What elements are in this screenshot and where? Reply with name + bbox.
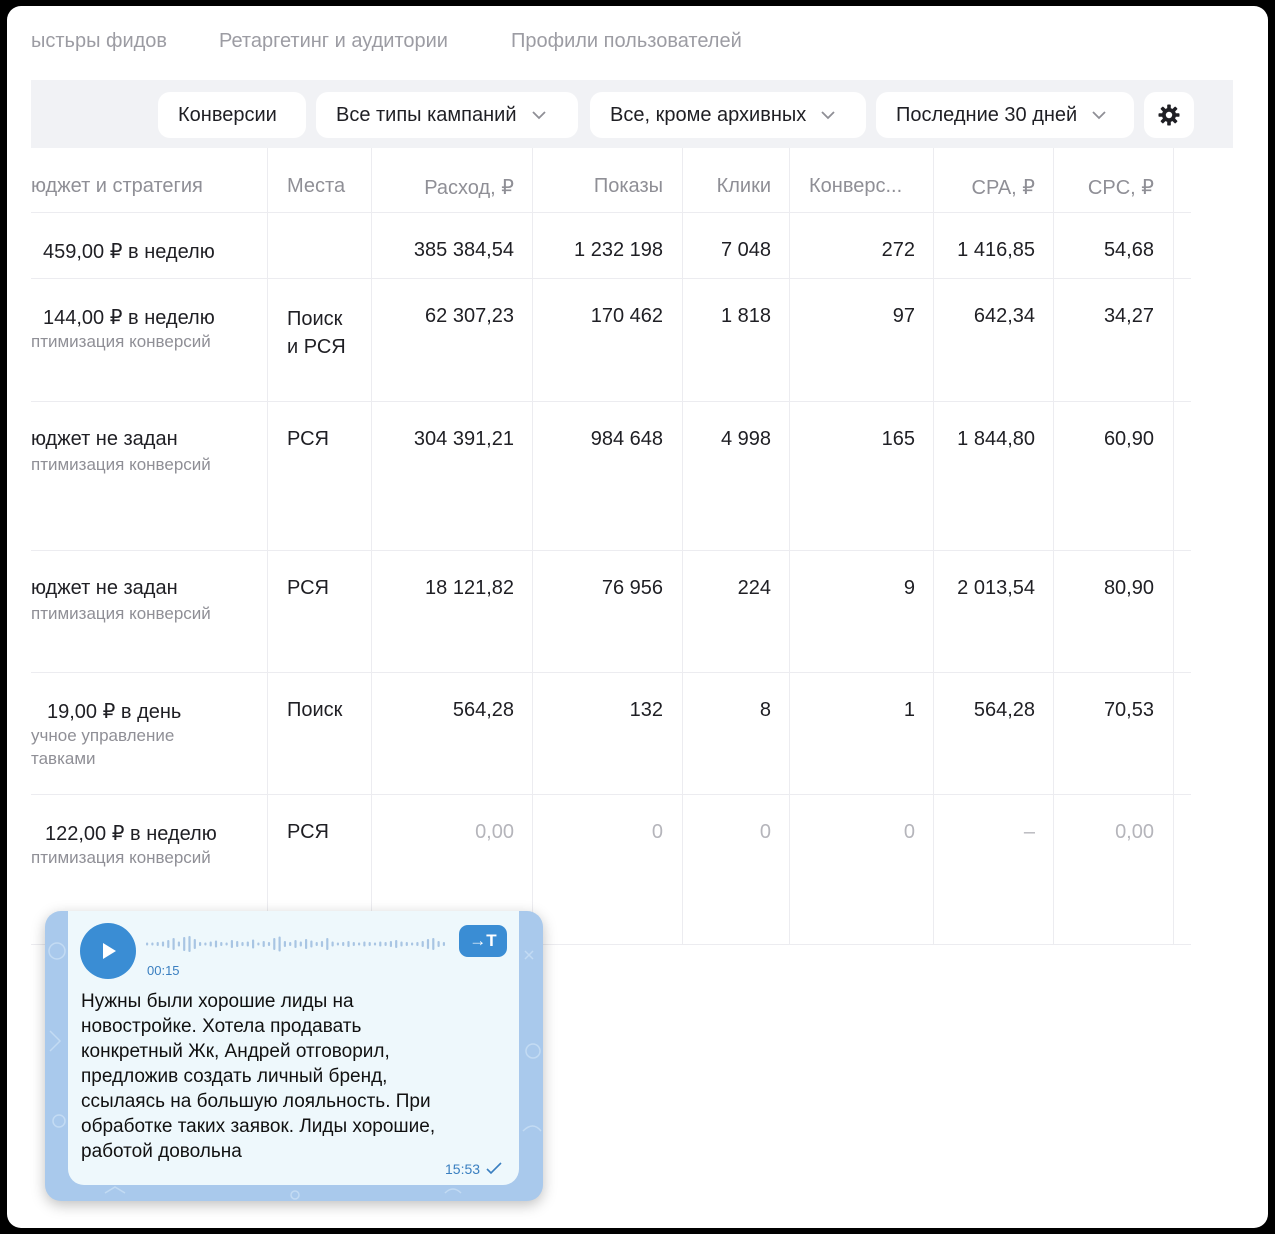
clicks-value: 0: [759, 821, 771, 843]
spend-value: 304 391,21: [413, 428, 514, 450]
spend-value: 0,00: [475, 821, 514, 843]
strategy-text: птимизация конверсий: [31, 332, 211, 351]
check-icon: [486, 1162, 502, 1175]
budget-text: 459,00 ₽ в неделю: [43, 241, 215, 263]
screenshot-frame: ыстьры фидов Ретаргетинг и аудитории Про…: [7, 6, 1268, 1228]
settings-button[interactable]: [1144, 92, 1194, 138]
conversions-value: 0: [903, 821, 915, 843]
play-icon: [103, 943, 116, 959]
strategy-text: учное управление тавками: [31, 726, 175, 768]
cpc-value: 70,53: [1103, 699, 1154, 721]
budget-text: 122,00 ₽ в неделю: [45, 823, 217, 845]
impressions-value: 0: [651, 821, 663, 843]
tab-feed-clusters[interactable]: ыстьры фидов: [31, 30, 167, 53]
places-text: Поиск и РСЯ: [287, 308, 346, 358]
campaign-type-label: Все типы кампаний: [336, 103, 517, 126]
impressions-value: 984 648: [590, 428, 663, 450]
conversions-value: 1: [903, 699, 915, 721]
table-row[interactable]: 144,00 ₽ в неделю птимизация конверсий П…: [31, 278, 1191, 402]
places-text: РСЯ: [287, 428, 330, 450]
cpa-value: 642,34: [973, 305, 1035, 327]
column-header-spend[interactable]: Расход, ₽: [424, 175, 514, 200]
impressions-value: 1 232 198: [574, 239, 663, 261]
conversions-value: 9: [903, 577, 915, 599]
table-row[interactable]: юджет не задан птимизация конверсий РСЯ …: [31, 550, 1191, 673]
metric-filter-label: Конверсии: [178, 103, 277, 126]
spend-value: 62 307,23: [425, 305, 514, 327]
cpa-value: 2 013,54: [957, 577, 1035, 599]
impressions-value: 132: [629, 699, 663, 721]
table-row[interactable]: 19,00 ₽ в день учное управление тавками …: [31, 672, 1191, 795]
strategy-text: птимизация конверсий: [31, 604, 211, 623]
gear-icon: [1158, 104, 1180, 126]
top-tabs: ыстьры фидов Ретаргетинг и аудитории Про…: [7, 30, 1268, 60]
cpc-value: 60,90: [1103, 428, 1154, 450]
impressions-value: 170 462: [590, 305, 663, 327]
clicks-value: 4 998: [720, 428, 771, 450]
transcription-text: Нужны были хорошие лиды на новостройке. …: [81, 991, 436, 1162]
chat-screenshot: 00:15 →T Нужны были хорошие лиды на ново…: [45, 911, 543, 1201]
tab-user-profiles[interactable]: Профили пользователей: [511, 30, 742, 53]
play-button[interactable]: [80, 923, 136, 979]
places-text: РСЯ: [287, 821, 330, 843]
chevron-down-icon: [531, 111, 546, 120]
column-header-conversions[interactable]: Конверс...: [809, 175, 902, 198]
chevron-down-icon: [1092, 111, 1106, 120]
cpc-value: 0,00: [1115, 821, 1154, 843]
voice-duration: 00:15: [147, 963, 180, 978]
conversions-value: 97: [892, 305, 915, 327]
strategy-text: птимизация конверсий: [31, 455, 211, 474]
table-row[interactable]: 459,00 ₽ в неделю 385 384,54 1 232 198 7…: [31, 212, 1191, 279]
column-header-clicks[interactable]: Клики: [717, 175, 771, 198]
chevron-down-icon: [821, 111, 835, 120]
audio-waveform[interactable]: [146, 931, 450, 957]
places-text: Поиск: [287, 699, 343, 721]
column-header-impressions[interactable]: Показы: [594, 175, 663, 198]
cpc-value: 54,68: [1103, 239, 1154, 261]
period-dropdown[interactable]: Последние 30 дней: [876, 92, 1134, 138]
archive-filter-label: Все, кроме архивных: [610, 103, 807, 126]
conversions-value: 272: [881, 239, 915, 261]
cpa-value: 1 844,80: [957, 428, 1035, 450]
budget-text: 19,00 ₽ в день: [47, 701, 182, 723]
clicks-value: 7 048: [720, 239, 771, 261]
voice-message-bubble[interactable]: 00:15 →T Нужны были хорошие лиды на ново…: [68, 911, 519, 1185]
spend-value: 18 121,82: [425, 577, 514, 599]
budget-text: юджет не задан: [31, 577, 178, 599]
column-header-cpa[interactable]: CPA, ₽: [972, 175, 1035, 200]
transcribe-button[interactable]: →T: [459, 925, 507, 957]
message-time: 15:53: [445, 1161, 481, 1177]
filter-bar: Конверсии Все типы кампаний Все, кроме а…: [31, 80, 1233, 148]
metric-filter-button[interactable]: Конверсии: [158, 92, 306, 138]
spend-value: 564,28: [452, 699, 514, 721]
cpa-value: 564,28: [973, 699, 1035, 721]
cpa-value: 1 416,85: [957, 239, 1035, 261]
cpc-value: 34,27: [1103, 305, 1154, 327]
transcribe-icon: →T: [469, 931, 497, 950]
strategy-text: птимизация конверсий: [31, 848, 211, 867]
table-header: юджет и стратегия Места Расход, ₽ Показы…: [31, 148, 1191, 213]
impressions-value: 76 956: [601, 577, 663, 599]
places-text: РСЯ: [287, 577, 330, 599]
column-header-cpc[interactable]: CPC, ₽: [1088, 175, 1154, 200]
campaign-type-dropdown[interactable]: Все типы кампаний: [316, 92, 578, 138]
budget-text: 144,00 ₽ в неделю: [43, 307, 215, 329]
cpa-value: –: [1023, 821, 1035, 843]
column-header-places[interactable]: Места: [287, 175, 345, 198]
cpc-value: 80,90: [1103, 577, 1154, 599]
conversions-value: 165: [881, 428, 915, 450]
archive-filter-dropdown[interactable]: Все, кроме архивных: [590, 92, 866, 138]
budget-text: юджет не задан: [31, 428, 178, 450]
spend-value: 385 384,54: [413, 239, 514, 261]
table-row[interactable]: юджет не задан птимизация конверсий РСЯ …: [31, 401, 1191, 551]
tab-retargeting[interactable]: Ретаргетинг и аудитории: [219, 30, 448, 53]
clicks-value: 8: [759, 699, 771, 721]
clicks-value: 1 818: [720, 305, 771, 327]
clicks-value: 224: [737, 577, 771, 599]
column-header-budget[interactable]: юджет и стратегия: [31, 175, 203, 198]
period-label: Последние 30 дней: [896, 103, 1078, 126]
